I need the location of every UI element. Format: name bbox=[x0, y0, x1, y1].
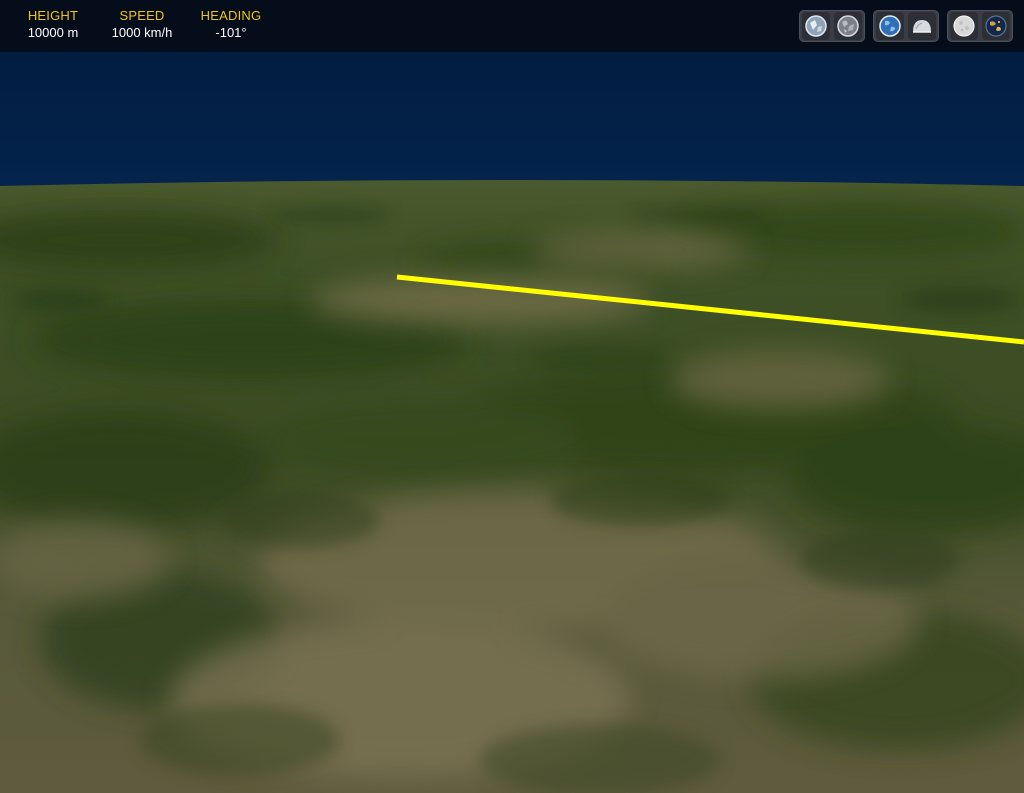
flight-viewport[interactable]: HEIGHT 10000 m SPEED 1000 km/h HEADING -… bbox=[0, 0, 1024, 793]
earth-night-view-button[interactable] bbox=[982, 12, 1010, 40]
view-mode-group bbox=[799, 10, 865, 42]
globe-view-icon bbox=[879, 15, 901, 37]
moon-icon bbox=[953, 15, 975, 37]
heading-readout: HEADING -101° bbox=[193, 8, 269, 42]
height-value: 10000 m bbox=[27, 25, 79, 40]
speed-label: SPEED bbox=[119, 8, 165, 23]
height-readout: HEIGHT 10000 m bbox=[18, 8, 88, 42]
satellite-view-icon bbox=[837, 15, 859, 37]
globe-view-button[interactable] bbox=[876, 12, 904, 40]
projection-group bbox=[873, 10, 939, 42]
satellite-view-button[interactable] bbox=[834, 12, 862, 40]
heading-value: -101° bbox=[215, 25, 247, 40]
dome-view-icon bbox=[913, 20, 931, 33]
moon-view-button[interactable] bbox=[950, 12, 978, 40]
speed-readout: SPEED 1000 km/h bbox=[103, 8, 181, 42]
height-label: HEIGHT bbox=[27, 8, 79, 23]
hud-bar: HEIGHT 10000 m SPEED 1000 km/h HEADING -… bbox=[0, 0, 1024, 52]
map-view-button[interactable] bbox=[802, 12, 830, 40]
terrain-scene[interactable] bbox=[0, 0, 1024, 793]
speed-value: 1000 km/h bbox=[111, 25, 173, 40]
map-view-icon bbox=[805, 15, 827, 37]
earth-night-icon bbox=[985, 15, 1007, 37]
dome-view-button[interactable] bbox=[908, 12, 936, 40]
body-group bbox=[947, 10, 1013, 42]
heading-label: HEADING bbox=[200, 8, 262, 23]
